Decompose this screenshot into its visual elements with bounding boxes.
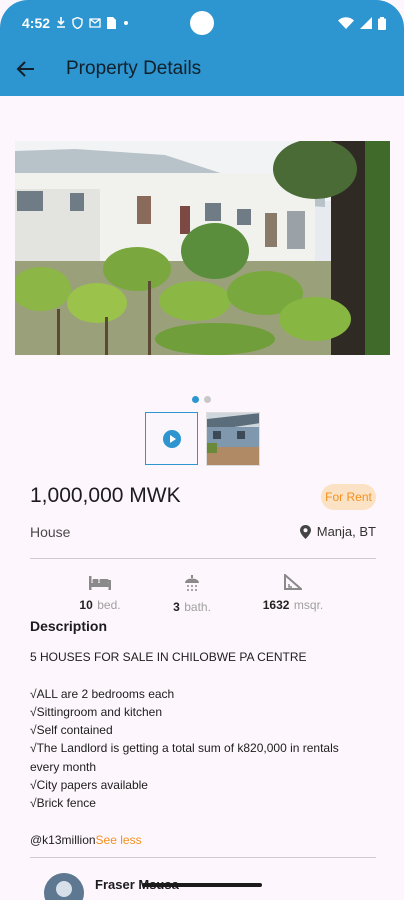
shield-icon — [72, 17, 83, 29]
shower-icon — [185, 575, 199, 591]
gmail-icon — [89, 18, 101, 28]
area-ruler-icon — [284, 574, 302, 590]
description-text: 5 HOUSES FOR SALE IN CHILOBWE PA CENTRE … — [30, 648, 370, 849]
location-pin-icon — [299, 524, 311, 539]
video-thumbnail[interactable] — [145, 412, 198, 465]
feature-beds: 10 bed. — [55, 574, 145, 614]
download-icon — [57, 17, 66, 28]
gesture-bar — [142, 883, 262, 887]
notification-dot-icon — [124, 21, 129, 25]
baths-value: 3 — [173, 600, 180, 614]
description-body: 5 HOUSES FOR SALE IN CHILOBWE PA CENTRE … — [30, 650, 339, 847]
property-type: House — [30, 524, 71, 540]
photo-thumbnail[interactable] — [206, 412, 260, 466]
listing-price: 1,000,000 MWK — [30, 484, 181, 507]
area-value: 1632 — [262, 598, 290, 612]
wifi-icon — [338, 17, 354, 29]
divider — [30, 857, 376, 858]
page-title: Property Details — [66, 58, 202, 79]
location-label: Manja, BT — [316, 524, 376, 539]
status-time: 4:52 — [22, 15, 51, 31]
sim-icon — [107, 17, 117, 29]
pager-dot[interactable] — [204, 396, 211, 403]
pager-dot-active[interactable] — [192, 396, 199, 403]
feature-baths: 3 bath. — [147, 574, 237, 616]
agent-avatar[interactable] — [44, 873, 84, 900]
status-badge: For Rent — [321, 484, 376, 510]
description-heading: Description — [30, 618, 108, 634]
see-less-link[interactable]: See less — [96, 833, 142, 847]
property-photo[interactable] — [15, 141, 390, 355]
baths-unit: bath. — [184, 600, 211, 614]
signal-icon — [360, 17, 372, 29]
gallery-pager — [192, 396, 211, 403]
bed-icon — [89, 576, 111, 590]
beds-value: 10 — [79, 598, 93, 612]
app-bar: 4:52 Property Details — [0, 0, 404, 96]
location: Manja, BT — [299, 524, 376, 539]
back-arrow-icon[interactable] — [14, 57, 38, 81]
front-camera — [190, 11, 214, 35]
beds-unit: bed. — [97, 598, 121, 612]
area-unit: msqr. — [293, 598, 324, 612]
feature-area: 1632 msqr. — [248, 574, 338, 614]
play-icon — [162, 429, 181, 448]
battery-icon — [378, 16, 386, 30]
divider — [30, 558, 376, 559]
